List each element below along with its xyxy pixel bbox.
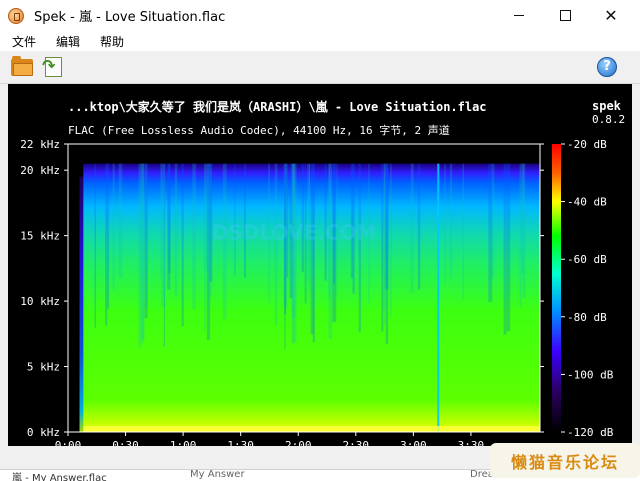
open-file-button[interactable] [11,56,35,78]
spectral-texture-band [522,163,526,298]
spectrogram-view: DSDLOVE.COM 0 kHz 5 kHz 10 kHz 15 kHz 20 kHz 2… [8,84,632,446]
y-tick-label: 22 kHz [20,138,60,151]
spectral-texture-band [519,163,522,307]
save-image-button[interactable]: ↷ [42,56,66,78]
spectral-texture-band [106,163,110,309]
spectral-texture-band [417,163,421,290]
spek-version: spek 0.8.2 [592,99,632,126]
menu-file[interactable]: 文件 [6,33,42,50]
spectral-texture-band [462,163,465,299]
spectral-texture-band [291,163,295,344]
spectrum-watermark: DSDLOVE.COM [212,221,376,245]
x-tick-label: 3:00 [400,439,427,446]
minimize-button[interactable] [496,0,542,31]
low-frequency-band [83,426,540,432]
spectral-texture-band [449,163,453,278]
db-tick-label: -80 dB [567,311,607,324]
db-tick-label: -100 dB [567,368,614,381]
title-bar: Spek - 嵐 - Love Situation.flac ✕ [0,0,640,31]
close-button[interactable]: ✕ [588,0,634,31]
spectral-texture-band [385,163,389,344]
spek-version-number: 0.8.2 [592,113,626,126]
background-file-item[interactable]: 嵐 - My Answer.flac [12,470,107,481]
y-tick-label: 20 kHz [20,164,60,177]
spectral-texture-band [488,163,493,302]
spek-app-name: spek [592,99,621,113]
maximize-button[interactable] [542,0,588,31]
spectral-texture-band [192,163,196,309]
spectral-texture-band [144,163,148,319]
spectral-texture-band [205,163,210,272]
x-tick-label: 1:30 [227,439,254,446]
spectral-texture-band [118,163,123,278]
x-tick-label: 0:00 [55,439,82,446]
help-icon: ? [603,59,611,74]
db-tick-label: -120 dB [567,426,614,439]
y-tick-label: 10 kHz [20,295,60,308]
toolbar: ↷ ? [0,51,640,84]
db-tick-label: -40 dB [567,196,607,209]
spectrogram-chart: DSDLOVE.COM 0 kHz 5 kHz 10 kHz 15 kHz 20 kHz 2… [20,138,614,446]
spectrum-file-path: ...ktop\大家久等了 我们是岚（ARASHI）\嵐 - Love Situ… [68,100,487,114]
spectral-texture-band [410,163,414,293]
spectral-texture-band [312,163,316,343]
menu-help[interactable]: 帮助 [94,33,130,50]
spectral-texture-band [301,163,304,272]
minimize-icon [514,15,524,16]
spectral-texture-band [384,163,386,326]
x-tick-label: 3:30 [458,439,485,446]
spectral-texture-band [503,163,507,335]
close-icon: ✕ [604,5,618,25]
x-tick-label: 1:00 [170,439,197,446]
spectral-texture-band [160,163,162,278]
spectral-vertical-line [437,163,440,432]
spectral-texture-band [390,163,392,317]
spectral-texture-band [181,163,184,327]
spectral-texture-band [284,163,286,350]
forum-watermark-text: 懒猫音乐论坛 [510,452,619,472]
spectral-texture-band [381,163,384,332]
spek-app-icon [8,7,24,24]
spectral-texture-band [141,163,145,340]
spectral-texture-band [167,163,171,290]
help-button[interactable]: ? [597,57,617,77]
y-tick-label: 15 kHz [20,230,60,243]
spectral-texture-band [112,163,115,290]
forum-watermark-badge: 懒猫音乐论坛 [490,443,640,478]
menu-edit[interactable]: 编辑 [50,33,86,50]
spectral-texture-band [94,163,96,328]
menu-bar: 文件 编辑 帮助 [0,31,640,51]
spectral-texture-band [444,163,446,285]
maximize-icon [559,10,571,21]
spectral-texture-band [358,163,361,333]
spectrum-file-info: FLAC (Free Lossless Audio Codec), 44100 … [68,124,450,137]
window-title: Spek - 嵐 - Love Situation.flac [34,10,226,25]
y-tick-label: 0 kHz [27,426,60,439]
db-tick-label: -60 dB [567,253,607,266]
spectral-texture-band [174,163,178,297]
x-tick-label: 0:30 [112,439,139,446]
background-file-title: My Answer [190,469,245,480]
x-tick-label: 2:00 [285,439,312,446]
spectral-texture-band [506,163,511,332]
db-tick-label: -20 dB [567,138,607,151]
db-color-scale [552,144,561,432]
spectral-texture-band [161,163,166,307]
y-tick-label: 5 kHz [27,361,60,374]
x-tick-label: 2:30 [343,439,370,446]
